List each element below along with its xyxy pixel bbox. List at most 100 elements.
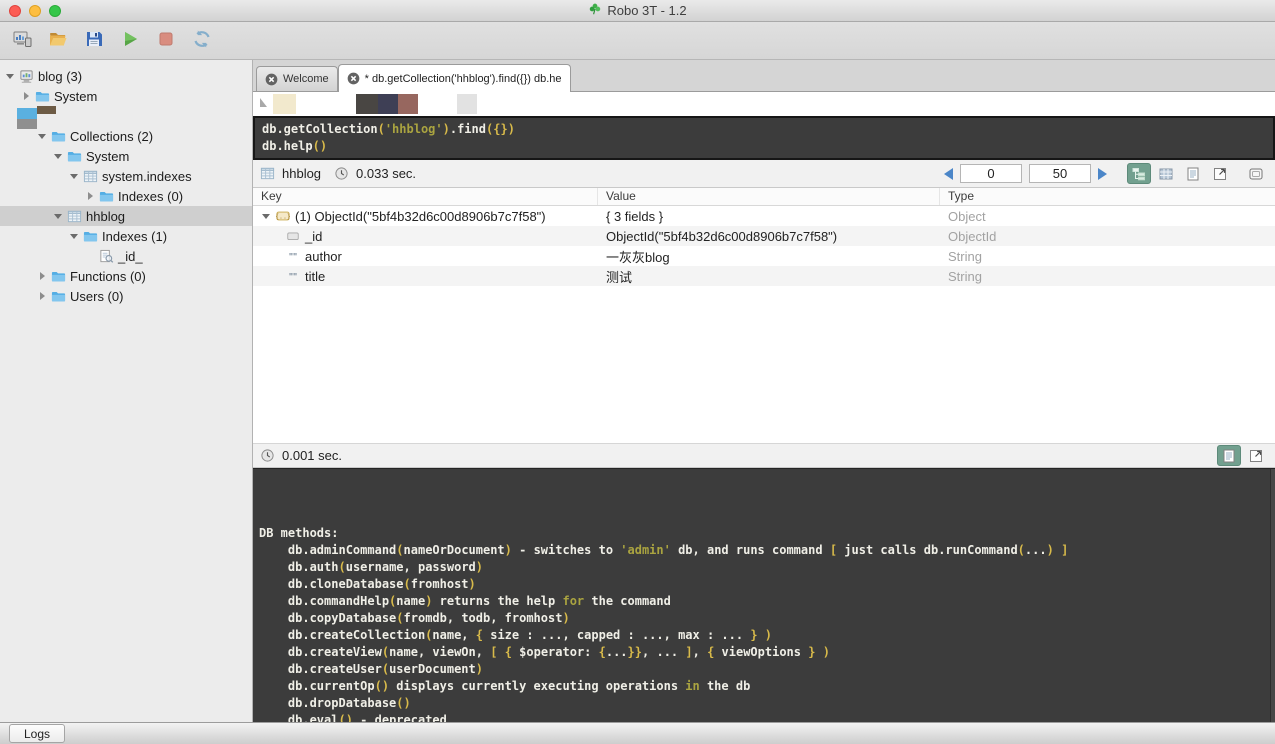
grid-row-title[interactable]: ""title测试String bbox=[253, 266, 1275, 286]
tree-item-label: Functions (0) bbox=[70, 269, 146, 284]
tab-welcome[interactable]: Welcome bbox=[256, 66, 338, 91]
grid-column-header-value[interactable]: Value bbox=[598, 188, 940, 205]
svg-text:"": "" bbox=[289, 272, 297, 282]
open-file-button[interactable] bbox=[47, 30, 69, 52]
stop-query-button[interactable] bbox=[155, 30, 177, 52]
collapse-arrow-icon[interactable] bbox=[53, 214, 63, 219]
minimize-window-button[interactable] bbox=[29, 5, 41, 17]
grid-row-id[interactable]: _idObjectId("5bf4b32d6c00d8906b7c7f58")O… bbox=[253, 226, 1275, 246]
page-forward-button[interactable] bbox=[1098, 168, 1107, 180]
close-tab-icon[interactable] bbox=[265, 73, 278, 86]
render-artifact bbox=[457, 94, 477, 114]
execute-query-button[interactable] bbox=[119, 30, 141, 52]
grid-column-header-key[interactable]: Key bbox=[253, 188, 598, 205]
tree-mode-button[interactable] bbox=[1127, 163, 1151, 184]
query-time-2: 0.001 sec. bbox=[282, 448, 342, 463]
collapse-arrow-icon[interactable] bbox=[37, 134, 47, 139]
main-toolbar bbox=[0, 22, 1275, 60]
text-mode-button[interactable] bbox=[1181, 163, 1205, 184]
type-cell: ObjectId bbox=[940, 229, 1275, 244]
tree-item-label: System bbox=[86, 149, 129, 164]
console-line: db.createView(name, viewOn, [ { $operato… bbox=[259, 644, 1275, 661]
grid-header: KeyValueType bbox=[253, 188, 1275, 206]
console-line: db.adminCommand(nameOrDocument) - switch… bbox=[259, 542, 1275, 559]
expand-mode-button[interactable] bbox=[1208, 163, 1232, 184]
tree-item-functions-0[interactable]: Functions (0) bbox=[0, 266, 252, 286]
console-line: db.createUser(userDocument) bbox=[259, 661, 1275, 678]
tree-item-id[interactable]: _id_ bbox=[0, 246, 252, 266]
tab-db-getcollection-hhblog-find-d[interactable]: * db.getCollection('hhblog').find({}) db… bbox=[338, 64, 571, 92]
grid-row-author[interactable]: ""author一灰灰blogString bbox=[253, 246, 1275, 266]
svg-text:{..}: {..} bbox=[276, 212, 290, 220]
page-from-input[interactable] bbox=[960, 164, 1022, 183]
key-text: _id bbox=[305, 229, 322, 244]
grid-row-1-objectid-5bf4b32d6c00d[interactable]: {..}(1) ObjectId("5bf4b32d6c00d8906b7c7f… bbox=[253, 206, 1275, 226]
collapse-arrow-icon[interactable] bbox=[53, 154, 63, 159]
expand-arrow-icon[interactable] bbox=[37, 292, 47, 300]
tree-item-users-0[interactable]: Users (0) bbox=[0, 286, 252, 306]
close-tab-icon[interactable] bbox=[347, 72, 360, 85]
tree-item-system-indexes[interactable]: system.indexes bbox=[0, 166, 252, 186]
expand-arrow-icon[interactable] bbox=[21, 92, 31, 100]
render-artifact bbox=[378, 94, 398, 114]
tree-item-label: hhblog bbox=[86, 209, 125, 224]
collapse-arrow-icon[interactable] bbox=[5, 74, 15, 79]
result-grid: KeyValueType {..}(1) ObjectId("5bf4b32d6… bbox=[253, 188, 1275, 443]
result-toolbar-2: 0.001 sec. bbox=[253, 443, 1275, 468]
save-file-button[interactable] bbox=[83, 30, 105, 52]
value-cell: 测试 bbox=[598, 267, 940, 286]
page-back-button[interactable] bbox=[944, 168, 953, 180]
maximize-icon bbox=[1212, 166, 1228, 182]
toggle-orientation-button[interactable] bbox=[191, 30, 213, 52]
collapse-arrow-icon[interactable] bbox=[69, 174, 79, 179]
tree-item-system[interactable]: System bbox=[0, 86, 252, 106]
text-mode-button[interactable] bbox=[1217, 445, 1241, 466]
console-line: db.dropDatabase() bbox=[259, 695, 1275, 712]
title-bar: Robo 3T - 1.2 bbox=[0, 0, 1275, 22]
tree-item-collections-2[interactable]: Collections (2) bbox=[0, 126, 252, 146]
console-line: db.eval() - deprecated bbox=[259, 712, 1275, 722]
query-editor[interactable]: db.getCollection('hhblog').find({})db.he… bbox=[253, 116, 1275, 160]
console-scrollbar[interactable] bbox=[1270, 469, 1275, 722]
folder-icon bbox=[51, 269, 66, 284]
zoom-window-button[interactable] bbox=[49, 5, 61, 17]
status-bar: Logs bbox=[0, 722, 1275, 744]
render-artifact bbox=[398, 94, 418, 114]
expand-arrow-icon[interactable] bbox=[37, 272, 47, 280]
tree-item-system[interactable]: System bbox=[0, 146, 252, 166]
expand-arrow-icon[interactable] bbox=[85, 192, 95, 200]
tree-item-indexes-0[interactable]: Indexes (0) bbox=[0, 186, 252, 206]
key-cell: ""title bbox=[253, 269, 598, 284]
logs-button[interactable]: Logs bbox=[9, 724, 65, 743]
svg-text:"": "" bbox=[289, 252, 297, 262]
manage-connections-button[interactable] bbox=[11, 30, 33, 52]
text-view-icon bbox=[1185, 166, 1201, 182]
close-window-button[interactable] bbox=[9, 5, 21, 17]
tree-item-label: _id_ bbox=[118, 249, 143, 264]
tree-view-icon bbox=[1131, 166, 1147, 182]
tree-item-label: Users (0) bbox=[70, 289, 123, 304]
tree-item-blog-3[interactable]: blog (3) bbox=[0, 66, 252, 86]
table-mode-button[interactable] bbox=[1154, 163, 1178, 184]
type-cell: Object bbox=[940, 209, 1275, 224]
grid-column-header-type[interactable]: Type bbox=[940, 188, 1275, 205]
custom-mode-button[interactable] bbox=[1244, 163, 1268, 184]
string-icon: "" bbox=[286, 249, 300, 263]
grid-body: {..}(1) ObjectId("5bf4b32d6c00d8906b7c7f… bbox=[253, 206, 1275, 286]
server-icon bbox=[19, 69, 34, 84]
folder-icon bbox=[51, 129, 66, 144]
render-artifact bbox=[356, 94, 378, 114]
console-line: db.copyDatabase(fromdb, todb, fromhost) bbox=[259, 610, 1275, 627]
page-size-input[interactable] bbox=[1029, 164, 1091, 183]
collapse-arrow-icon[interactable] bbox=[69, 234, 79, 239]
collapse-arrow-icon[interactable] bbox=[261, 214, 271, 219]
tree-item-hhblog[interactable]: hhblog bbox=[0, 206, 252, 226]
value-cell: { 3 fields } bbox=[598, 209, 940, 224]
expand-mode-button[interactable] bbox=[1244, 445, 1268, 466]
connections-icon bbox=[12, 29, 32, 52]
shell-output[interactable]: DB methods: db.adminCommand(nameOrDocume… bbox=[253, 468, 1275, 722]
editor-line: db.getCollection('hhblog').find({}) bbox=[262, 121, 1273, 138]
clock-icon bbox=[334, 166, 349, 181]
tree-item-indexes-1[interactable]: Indexes (1) bbox=[0, 226, 252, 246]
tree-item-label: Indexes (0) bbox=[118, 189, 183, 204]
